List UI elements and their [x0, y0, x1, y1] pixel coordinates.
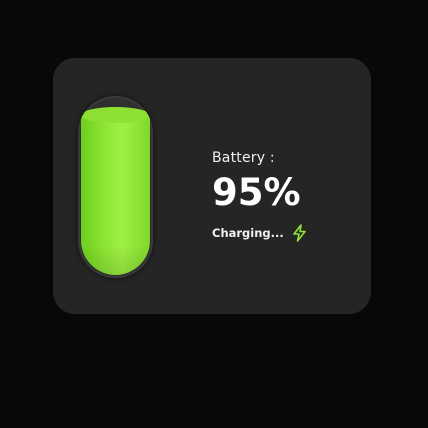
- battery-card: Battery : 95% Charging...: [53, 58, 371, 314]
- battery-percentage: 95%: [212, 171, 301, 214]
- lightning-bolt-icon: [292, 224, 307, 242]
- battery-fill-level: [81, 107, 150, 275]
- battery-indicator: [78, 96, 153, 278]
- battery-info: Battery : 95% Charging...: [212, 150, 307, 242]
- charging-status: Charging...: [212, 226, 284, 240]
- battery-label: Battery :: [212, 150, 275, 166]
- charging-status-row: Charging...: [212, 224, 307, 242]
